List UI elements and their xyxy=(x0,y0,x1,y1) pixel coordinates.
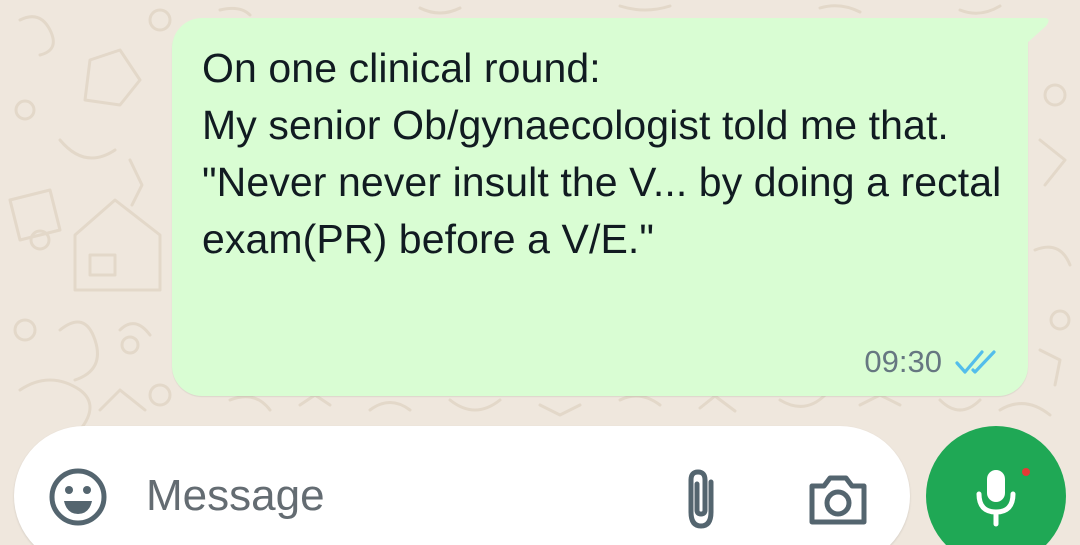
message-input[interactable] xyxy=(146,466,626,526)
outgoing-message-bubble[interactable]: On one clinical round: My senior Ob/gyna… xyxy=(172,18,1049,396)
message-time: 09:30 xyxy=(864,344,942,379)
message-text: On one clinical round: My senior Ob/gyna… xyxy=(202,45,1002,262)
double-check-read-icon xyxy=(955,350,996,374)
mic-icon xyxy=(976,470,1016,527)
emoji-icon[interactable] xyxy=(47,466,109,528)
camera-icon[interactable] xyxy=(806,470,870,528)
bubble-tail xyxy=(1026,18,1049,44)
paperclip-icon[interactable] xyxy=(678,466,724,532)
message-composer xyxy=(14,426,910,545)
recording-dot xyxy=(1022,468,1030,476)
message-meta: 09:30 xyxy=(864,342,1004,382)
